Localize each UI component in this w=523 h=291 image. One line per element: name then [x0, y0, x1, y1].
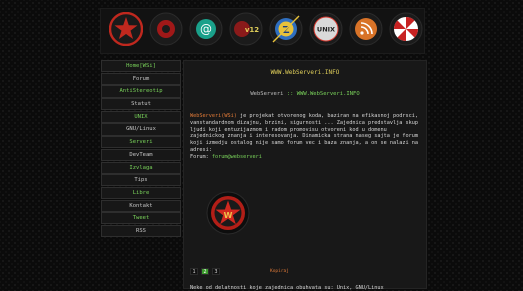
- sidebar-item-tweet[interactable]: Tweet: [101, 212, 181, 225]
- description-text: WebServeri(WSi) je projekat otvorenog ko…: [190, 113, 422, 161]
- sidebar-item-home-wsi[interactable]: Home[WSi]: [101, 60, 181, 73]
- sidebar-item-unix[interactable]: UNIX: [101, 110, 181, 123]
- sidebar-item-kontakt[interactable]: Kontakt: [101, 199, 181, 212]
- at-sign-icon[interactable]: @: [189, 12, 223, 46]
- unix-icon[interactable]: UNIX: [309, 12, 343, 46]
- sidebar-item-libre[interactable]: Libre: [101, 186, 181, 200]
- sidebar-item-antistereotip[interactable]: AntiStereotip: [101, 85, 181, 98]
- sidebar-item-statut[interactable]: Statut: [101, 98, 181, 111]
- gear-icon[interactable]: [149, 12, 183, 46]
- red-star-logo-icon: W: [206, 191, 250, 235]
- umbrella-logo-icon[interactable]: [389, 12, 423, 46]
- subtitle-site-name: WebServeri: [250, 91, 284, 97]
- description-body: je projekat otvorenog koda, baziran na e…: [190, 113, 419, 153]
- forum-label: Forum:: [190, 153, 209, 160]
- sidebar-item-izvlaga[interactable]: Izvlaga: [101, 161, 181, 174]
- svg-text:@: @: [200, 22, 212, 36]
- description-highlight: WebServeri(WSi): [190, 113, 237, 119]
- page-button-1[interactable]: 1: [190, 268, 198, 275]
- sidebar-item-gnu-linux[interactable]: GNU/Linux: [101, 123, 181, 136]
- page-button-3[interactable]: 3: [212, 268, 220, 275]
- page-title: WWW.WebServeri.INFO: [270, 69, 340, 76]
- sidebar-nav: Home[WSi] Forum AntiStereotip Statut UNIX GNU…: [101, 60, 181, 238]
- sidebar-item-tips[interactable]: Tips: [101, 174, 181, 187]
- forum-link[interactable]: forum@webserveri: [212, 154, 262, 160]
- compass-z-icon[interactable]: Z: [269, 12, 303, 46]
- subtitle-url-link[interactable]: WWW.WebServeri.INFO: [297, 91, 360, 97]
- pagination: 123: [190, 268, 220, 275]
- svg-text:W: W: [224, 211, 233, 220]
- page-button-2[interactable]: 2: [201, 268, 209, 275]
- pagination-label[interactable]: Kopiraj: [270, 269, 289, 274]
- sidebar-item-rss[interactable]: RSS: [101, 224, 181, 238]
- svg-text:v12: v12: [245, 26, 259, 34]
- header-icon-bar: @ v12 Z UNIX: [100, 8, 425, 54]
- bottom-text: Neke od delatnosti koje zajednica obuhva…: [190, 285, 384, 291]
- main-content: WWW.WebServeri.INFO WebServeri :: WWW.We…: [183, 60, 427, 291]
- rss-feed-icon[interactable]: [349, 12, 383, 46]
- svg-text:UNIX: UNIX: [317, 26, 335, 34]
- v12-icon[interactable]: v12: [229, 12, 263, 46]
- red-star-icon[interactable]: [109, 12, 143, 46]
- subtitle: WebServeri :: WWW.WebServeri.INFO: [184, 91, 426, 97]
- sidebar-item-devteam[interactable]: DevTeam: [101, 148, 181, 161]
- sidebar-item-forum[interactable]: Forum: [101, 72, 181, 85]
- sidebar-item-serveri[interactable]: Serveri: [101, 136, 181, 149]
- subtitle-separator: ::: [286, 91, 294, 97]
